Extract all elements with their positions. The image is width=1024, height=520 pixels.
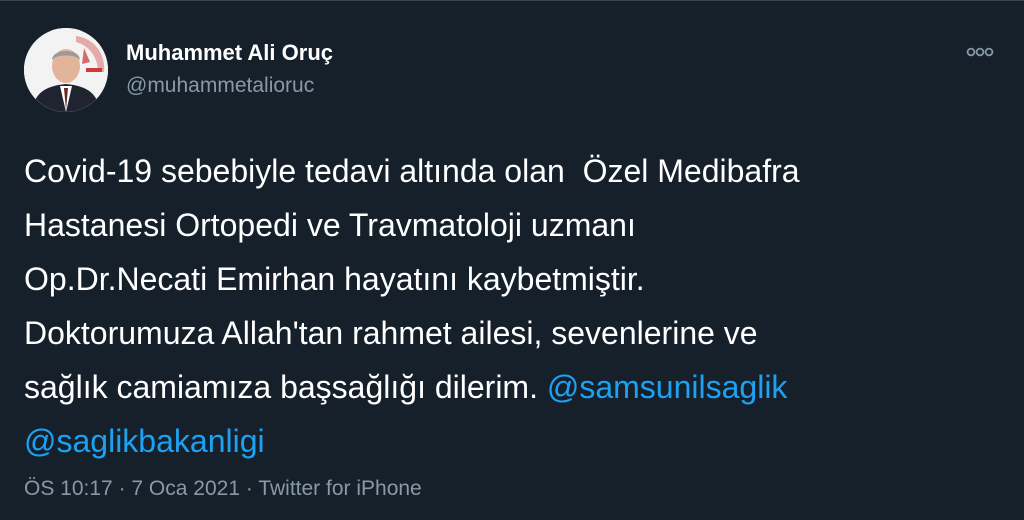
meta-separator: ·	[245, 477, 253, 500]
avatar-photo-image	[24, 28, 108, 112]
more-horizontal-icon	[966, 47, 994, 57]
author-display-name[interactable]: Muhammet Ali Oruç	[126, 40, 333, 66]
tweet-text-line: sağlık camiamıza başsağlığı dilerim.	[24, 369, 538, 405]
tweet-text-line: Covid-19 sebebiyle tedavi altında olan Ö…	[24, 153, 800, 189]
tweet-card: Muhammet Ali Oruç @muhammetalioruc Covid…	[0, 0, 1024, 520]
tweet-time[interactable]: ÖS 10:17	[24, 477, 113, 500]
mention-link-samsunilsaglik[interactable]: @samsunilsaglik	[547, 369, 788, 405]
tweet-text-line-with-mention: sağlık camiamıza başsağlığı dilerim. @sa…	[24, 360, 1004, 414]
more-options-button[interactable]	[958, 38, 1002, 66]
tweet-mention-line: @saglikbakanligi	[24, 414, 1004, 468]
author-avatar[interactable]	[24, 28, 108, 112]
tweet-text-line: Op.Dr.Necati Emirhan hayatını kaybetmişt…	[24, 261, 645, 297]
author-handle[interactable]: @muhammetalioruc	[126, 74, 314, 98]
tweet-date[interactable]: 7 Oca 2021	[131, 477, 240, 500]
tweet-body: Covid-19 sebebiyle tedavi altında olan Ö…	[24, 144, 1004, 468]
tweet-metadata: ÖS 10:17 · 7 Oca 2021 · Twitter for iPho…	[24, 477, 422, 501]
meta-separator: ·	[118, 477, 126, 500]
tweet-text-line: Hastanesi Ortopedi ve Travmatoloji uzman…	[24, 207, 636, 243]
mention-link-saglikbakanligi[interactable]: @saglikbakanligi	[24, 423, 265, 459]
tweet-source[interactable]: Twitter for iPhone	[258, 477, 421, 500]
tweet-text-line: Doktorumuza Allah'tan rahmet ailesi, sev…	[24, 315, 758, 351]
